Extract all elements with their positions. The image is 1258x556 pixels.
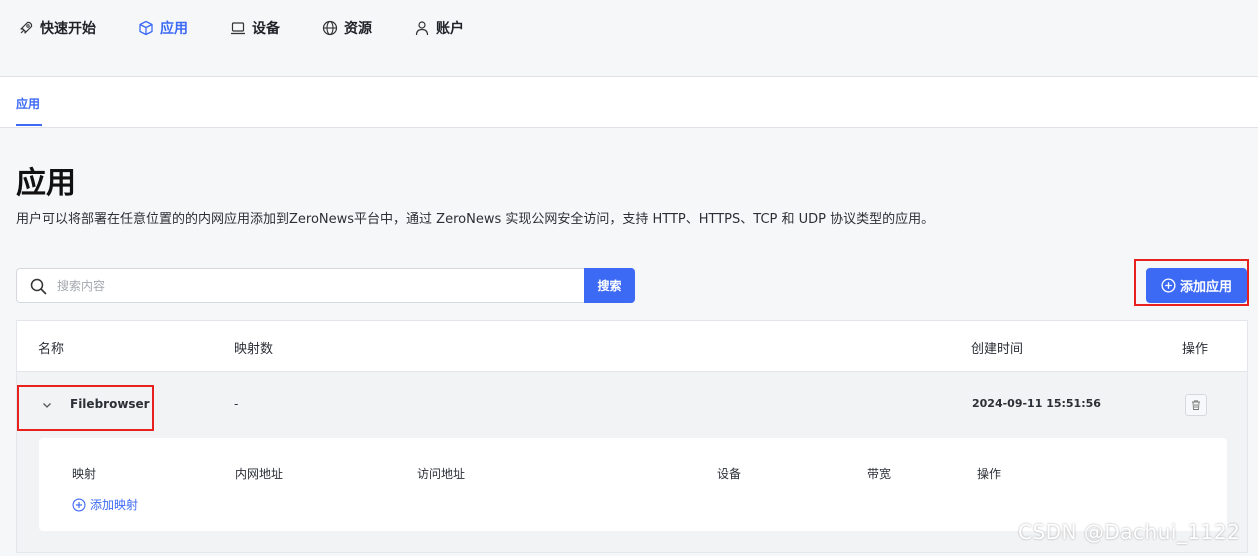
column-header-actions: 操作	[1182, 342, 1209, 357]
nav-item-resources[interactable]: 资源	[322, 18, 372, 38]
nav-label: 应用	[160, 21, 188, 37]
detail-header-device: 设备	[717, 467, 742, 481]
trash-icon	[1192, 400, 1200, 410]
top-navigation: 快速开始 应用 设备 资源 账户	[0, 0, 1258, 77]
rocket-icon	[20, 21, 33, 34]
nav-item-apps[interactable]: 应用	[138, 18, 188, 38]
column-header-created: 创建时间	[971, 342, 1024, 357]
table-header: 名称 映射数 创建时间 操作	[17, 321, 1247, 372]
nav-label: 资源	[344, 21, 372, 37]
chevron-down-icon[interactable]	[41, 399, 53, 411]
column-header-name: 名称	[38, 342, 65, 357]
mapping-detail-panel: 映射 内网地址 访问地址 设备 带宽 操作 添加映射	[39, 438, 1227, 531]
user-icon	[415, 21, 429, 36]
app-name[interactable]: Filebrowser	[70, 397, 150, 411]
search-box	[16, 268, 635, 303]
nav-item-quickstart[interactable]: 快速开始	[18, 18, 96, 38]
delete-button[interactable]	[1185, 394, 1207, 416]
page-title: 应用	[16, 166, 76, 201]
watermark: CSDN @Dachui_1122	[1018, 520, 1241, 544]
mapping-count: -	[234, 397, 239, 411]
search-button[interactable]: 搜索	[584, 268, 635, 303]
add-mapping-label: 添加映射	[90, 498, 139, 512]
nav-item-devices[interactable]: 设备	[230, 18, 280, 38]
add-app-button[interactable]: 添加应用	[1146, 268, 1247, 303]
plus-circle-icon	[72, 497, 86, 512]
nav-item-account[interactable]: 账户	[414, 18, 464, 38]
nav-label: 快速开始	[40, 21, 96, 37]
nav-label: 设备	[252, 21, 280, 37]
plus-circle-icon	[1161, 278, 1176, 293]
sub-navigation: 应用	[0, 77, 1258, 128]
detail-header-mapping: 映射	[72, 467, 97, 481]
tab-apps[interactable]: 应用	[16, 95, 40, 112]
cube-icon	[139, 20, 153, 36]
nav-label: 账户	[436, 21, 464, 37]
laptop-icon	[231, 22, 245, 35]
add-app-label: 添加应用	[1179, 280, 1232, 295]
search-input[interactable]	[57, 269, 577, 302]
page-description: 用户可以将部署在任意位置的的内网应用添加到ZeroNews平台中，通过 Zero…	[16, 212, 935, 227]
active-tab-indicator	[16, 124, 42, 126]
column-header-mappings: 映射数	[234, 342, 274, 357]
globe-icon	[322, 20, 338, 36]
add-mapping-link[interactable]: 添加映射	[72, 496, 138, 513]
search-icon	[30, 278, 47, 295]
detail-header-bandwidth: 带宽	[867, 467, 892, 481]
detail-header-internal-address: 内网地址	[235, 467, 284, 481]
detail-header-access-address: 访问地址	[417, 467, 466, 481]
apps-table: 名称 映射数 创建时间 操作 Filebrowser - 2024-09-11 …	[16, 320, 1248, 553]
created-time: 2024-09-11 15:51:56	[972, 397, 1101, 410]
detail-header-actions: 操作	[977, 467, 1002, 481]
